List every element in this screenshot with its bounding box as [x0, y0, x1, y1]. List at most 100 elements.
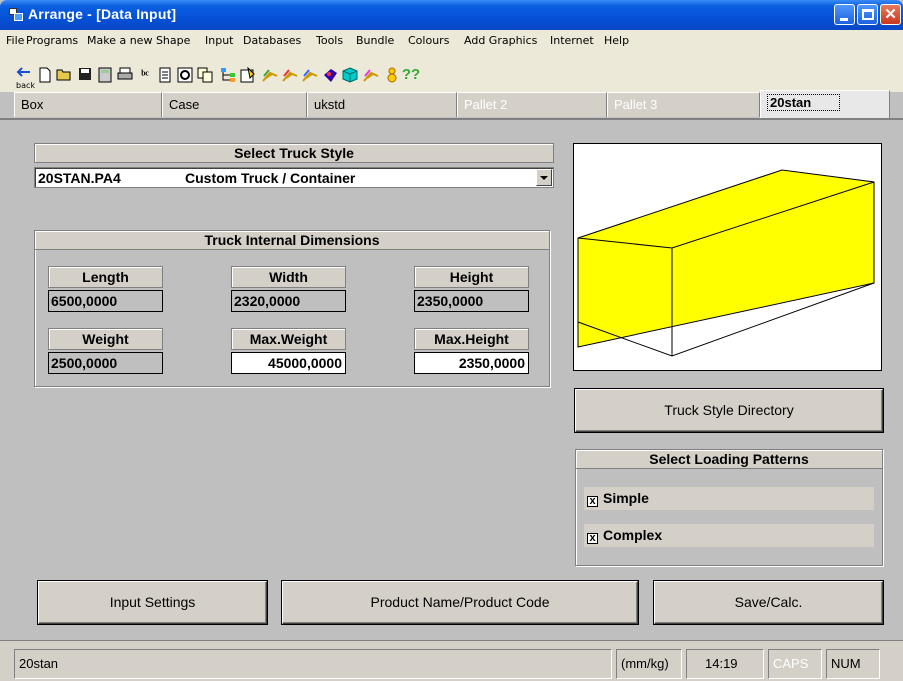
pallet4-icon — [363, 69, 379, 82]
simple-checkbox-row[interactable]: x Simple — [584, 487, 874, 510]
app-icon[interactable] — [9, 8, 23, 22]
truck-style-select[interactable]: 20STAN.PA4 Custom Truck / Container — [34, 167, 554, 188]
pallet4-button[interactable] — [363, 67, 379, 83]
pallet-icon — [262, 69, 278, 82]
open-button[interactable] — [56, 67, 72, 83]
print-button[interactable] — [117, 67, 133, 83]
simple-checkbox[interactable]: x — [587, 496, 598, 507]
truck-style-directory-button[interactable]: Truck Style Directory — [575, 389, 883, 432]
height-label: Height — [414, 266, 529, 288]
properties-button[interactable] — [240, 66, 256, 83]
menu-add-graphics[interactable]: Add Graphics — [464, 34, 537, 47]
width-label: Width — [231, 266, 346, 288]
stack-button[interactable] — [384, 67, 400, 83]
close-button[interactable]: ✕ — [880, 4, 901, 25]
copy-button[interactable] — [197, 67, 213, 83]
maximize-icon — [862, 9, 874, 20]
minimize-icon — [840, 18, 848, 21]
tab-box[interactable]: Box — [14, 92, 162, 117]
abc-button[interactable]: ᵇᶜ — [137, 67, 153, 83]
dimensions-header: Truck Internal Dimensions — [34, 230, 550, 250]
preview-icon — [177, 67, 193, 83]
max-weight-input[interactable]: 45000,0000 — [231, 352, 346, 374]
open-icon — [56, 69, 71, 81]
tree-icon — [221, 68, 235, 82]
palette-button[interactable] — [322, 67, 338, 83]
tab-case[interactable]: Case — [162, 92, 307, 117]
calculator-button[interactable] — [97, 67, 113, 83]
height-field[interactable]: 2350,0000 — [414, 290, 529, 312]
status-caps: CAPS — [768, 649, 822, 679]
input-settings-button[interactable]: Input Settings — [38, 581, 267, 624]
back-icon — [16, 67, 30, 77]
pallet2-button[interactable] — [282, 67, 298, 83]
complex-checkbox[interactable]: x — [587, 533, 598, 544]
document-icon — [159, 67, 171, 83]
width-field[interactable]: 2320,0000 — [231, 290, 346, 312]
chevron-down-icon[interactable] — [536, 169, 552, 186]
status-name: 20stan — [14, 649, 612, 679]
max-weight-label: Max.Weight — [231, 328, 346, 350]
truck-box-drawing — [577, 169, 875, 357]
tab-20stan[interactable]: 20stan — [760, 90, 890, 118]
length-field[interactable]: 6500,0000 — [48, 290, 163, 312]
complex-checkbox-row[interactable]: x Complex — [584, 524, 874, 547]
menu-programs[interactable]: Programs — [26, 34, 78, 47]
close-icon: ✕ — [884, 6, 897, 23]
complex-label: Complex — [603, 527, 663, 543]
print-icon — [117, 67, 133, 80]
truck-style-desc: Custom Truck / Container — [185, 170, 356, 186]
tree-button[interactable] — [220, 67, 236, 83]
menu-bundle[interactable]: Bundle — [356, 34, 394, 47]
menu-file[interactable]: File — [6, 34, 24, 47]
menu-help[interactable]: Help — [604, 34, 629, 47]
menu-internet[interactable]: Internet — [550, 34, 594, 47]
stack-icon — [387, 67, 397, 83]
menu-make-new-shape[interactable]: Make a new Shape — [87, 34, 190, 47]
help-button[interactable]: ?? — [400, 67, 422, 83]
max-height-label: Max.Height — [414, 328, 529, 350]
pallet-button[interactable] — [262, 67, 278, 83]
truck-preview — [573, 143, 882, 371]
new-icon — [39, 67, 51, 83]
box-icon — [342, 67, 358, 83]
maximize-button[interactable] — [857, 4, 878, 25]
weight-label: Weight — [48, 328, 163, 350]
tab-ukstd[interactable]: ukstd — [307, 92, 457, 117]
save-tool-button[interactable] — [77, 67, 93, 83]
new-button[interactable] — [37, 67, 53, 83]
status-num: NUM — [826, 649, 880, 679]
loading-patterns-header: Select Loading Patterns — [575, 449, 883, 469]
truck-style-code: 20STAN.PA4 — [38, 170, 121, 186]
tab-20stan-label: 20stan — [767, 94, 841, 111]
pallet3-icon — [302, 69, 318, 82]
menu-databases[interactable]: Databases — [243, 34, 301, 47]
calculator-icon — [98, 67, 112, 83]
tab-strip: Box Case ukstd Pallet 2 Pallet 3 20stan — [0, 90, 903, 118]
menu-tools[interactable]: Tools — [316, 34, 343, 47]
menu-input[interactable]: Input — [205, 34, 233, 47]
pallet2-icon — [282, 69, 298, 82]
max-height-input[interactable]: 2350,0000 — [414, 352, 529, 374]
tab-pallet-2[interactable]: Pallet 2 — [457, 92, 607, 117]
document-button[interactable] — [157, 67, 173, 83]
tab-pallet-3[interactable]: Pallet 3 — [607, 92, 760, 117]
toolbar: back ᵇᶜ ?? — [0, 50, 903, 92]
status-time: 14:19 — [686, 649, 764, 679]
properties-icon — [240, 66, 255, 83]
weight-field[interactable]: 2500,0000 — [48, 352, 163, 374]
help-icon: ?? — [401, 66, 421, 83]
preview-button[interactable] — [177, 67, 193, 83]
status-units: (mm/kg) — [616, 649, 682, 679]
copy-icon — [197, 67, 213, 83]
back-button[interactable]: back — [16, 66, 35, 90]
pallet3-button[interactable] — [302, 67, 318, 83]
abc-icon: ᵇᶜ — [141, 67, 149, 82]
product-name-button[interactable]: Product Name/Product Code — [282, 581, 638, 624]
minimize-button[interactable] — [834, 4, 855, 25]
save-icon — [79, 68, 91, 80]
menu-colours[interactable]: Colours — [408, 34, 449, 47]
box-button[interactable] — [342, 67, 358, 83]
truck-style-header: Select Truck Style — [34, 143, 554, 163]
save-calc-button[interactable]: Save/Calc. — [654, 581, 883, 624]
